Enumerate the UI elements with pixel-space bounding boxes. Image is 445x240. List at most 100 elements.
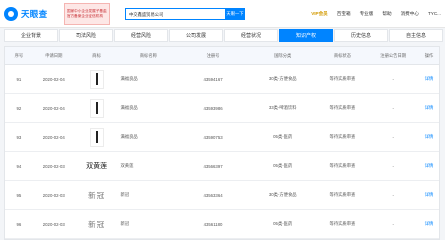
col-header-no: 序号: [14, 52, 24, 58]
row-reg: 43594167: [203, 76, 223, 82]
search-input[interactable]: 中交鑫盛贸易公司: [125, 7, 225, 20]
col-header-pub: 注册公告日期: [380, 52, 407, 58]
tab-history[interactable]: 历史信息: [334, 29, 388, 42]
col-header-status[interactable]: 商标状态: [318, 47, 368, 64]
row-reg: 43593986: [203, 105, 223, 111]
col-header-reg: 注册号: [206, 52, 220, 58]
logo-text: 天眼查: [21, 8, 48, 19]
trademark-text-logo: 新冠: [88, 190, 106, 200]
row-no: 95: [16, 192, 22, 198]
table-row: 92 2020-02-04 满福良品 43593986 33类-啤酒饮料 等待实…: [5, 94, 439, 123]
row-status: 等待实质审查: [329, 221, 356, 226]
table-row: 91 2020-02-04 满福良品 43594167 30类-方便食品 等待实…: [5, 65, 439, 94]
trademark-image[interactable]: [75, 65, 119, 93]
nav-enterprise[interactable]: 百宝箱: [337, 11, 351, 17]
row-status: 等待实质审查: [329, 76, 356, 81]
row-status: 等待实质审查: [329, 105, 356, 110]
row-pub: -: [392, 76, 394, 82]
logo-eye-icon: [4, 6, 18, 21]
row-class: 05类-医药: [273, 221, 293, 226]
page: 天眼查 国家中小企业发展子基金旗下 官方备案企业征信机构 中交鑫盛贸易公司 天眼…: [0, 0, 445, 240]
col-header-name: 商标名称: [139, 52, 157, 58]
logo[interactable]: 天眼查: [4, 6, 56, 21]
row-status: 等待实质审查: [329, 134, 356, 139]
col-header-class[interactable]: 国际分类: [248, 47, 318, 64]
trademark-image[interactable]: 新冠: [75, 210, 119, 238]
trademark-image[interactable]: 新冠: [75, 181, 119, 209]
row-class: 05类-医药: [273, 163, 293, 168]
search-button[interactable]: 天眼一下: [225, 7, 245, 20]
certification-banner[interactable]: 国家中小企业发展子基金旗下 官方备案企业征信机构: [64, 2, 110, 25]
row-pub: -: [392, 221, 394, 227]
trademark-bar-logo: [89, 127, 104, 147]
trademark-text-logo: 新冠: [88, 219, 106, 229]
tab-intellectual-property[interactable]: 知识产权: [279, 29, 333, 42]
row-date: 2020-02-03: [42, 192, 65, 198]
row-status: 等待实质审查: [329, 192, 356, 197]
detail-link[interactable]: 详情: [419, 210, 439, 238]
row-pub: -: [392, 105, 394, 111]
trademark-image[interactable]: [75, 94, 119, 122]
row-no: 96: [16, 221, 22, 227]
table-row: 93 2020-02-04 满福良品 43590753 05类-医药 等待实质审…: [5, 123, 439, 152]
detail-link[interactable]: 详情: [419, 94, 439, 122]
nav-user[interactable]: TYC...: [428, 11, 441, 16]
table-row: 96 2020-02-03 新冠 新冠 43561180 05类-医药 等待实质…: [5, 210, 439, 239]
row-date: 2020-02-04: [42, 105, 65, 111]
trademark-calligraphy-logo: 双黄莲: [86, 162, 108, 170]
row-name: 满福良品: [120, 76, 138, 81]
row-name: 双黄莲: [120, 163, 134, 168]
row-reg: 43590753: [203, 134, 223, 140]
col-header-logo: 商标: [92, 52, 101, 58]
col-header-date[interactable]: 申请日期: [33, 47, 75, 64]
nav-vip[interactable]: VIP会员: [311, 11, 328, 17]
nav-contact[interactable]: 消费中心: [401, 11, 419, 17]
detail-link[interactable]: 详情: [419, 181, 439, 209]
row-reg: 43561180: [203, 221, 223, 227]
row-class: 30类-方便食品: [268, 76, 297, 81]
table-row: 94 2020-02-03 双黄莲 双黄莲 43566397 05类-医药 等待…: [5, 152, 439, 181]
row-date: 2020-02-04: [42, 134, 65, 140]
row-class: 33类-啤酒饮料: [268, 105, 297, 110]
table-header: 序号 申请日期 商标 商标名称 注册号 国际分类 商标状态 注册公告日期 操作: [5, 47, 439, 65]
top-bar: 天眼查 国家中小企业发展子基金旗下 官方备案企业征信机构 中交鑫盛贸易公司 天眼…: [0, 0, 445, 28]
nav-help[interactable]: 帮助: [382, 11, 391, 17]
nav-pro[interactable]: 专业版: [360, 11, 374, 17]
trademark-image[interactable]: 双黄莲: [75, 152, 119, 180]
tab-development[interactable]: 公司发展: [169, 29, 223, 42]
row-date: 2020-02-04: [42, 76, 65, 82]
top-nav: VIP会员 百宝箱 专业版 帮助 消费中心 TYC...: [302, 11, 441, 17]
row-no: 91: [16, 76, 22, 82]
row-no: 93: [16, 134, 22, 140]
banner-line-2: 官方备案企业征信机构: [67, 13, 103, 18]
table-row: 95 2020-02-03 新冠 新冠 43563364 30类-方便食品 等待…: [5, 181, 439, 210]
trademark-bar-logo: [89, 69, 104, 89]
tab-legal-risk[interactable]: 司法风险: [59, 29, 113, 42]
row-name: 新冠: [120, 192, 130, 197]
row-no: 94: [16, 163, 22, 169]
row-pub: -: [392, 192, 394, 198]
row-no: 92: [16, 105, 22, 111]
row-class: 05类-医药: [273, 134, 293, 139]
tab-background[interactable]: 企业背景: [4, 29, 58, 42]
row-pub: -: [392, 163, 394, 169]
row-class: 30类-方便食品: [268, 192, 297, 197]
detail-link[interactable]: 详情: [419, 65, 439, 93]
col-header-action: 操作: [424, 52, 434, 58]
trademark-table: 序号 申请日期 商标 商标名称 注册号 国际分类 商标状态 注册公告日期 操作 …: [4, 46, 440, 240]
row-name: 满福良品: [120, 134, 138, 139]
row-pub: -: [392, 134, 394, 140]
trademark-bar-logo: [89, 98, 104, 118]
tab-operating-risk[interactable]: 经营风险: [114, 29, 168, 42]
trademark-image[interactable]: [75, 123, 119, 151]
row-name: 新冠: [120, 221, 130, 226]
row-name: 满福良品: [120, 105, 138, 110]
detail-link[interactable]: 详情: [419, 123, 439, 151]
row-reg: 43566397: [203, 163, 223, 169]
tab-self-info[interactable]: 自主信息: [389, 29, 443, 42]
detail-link[interactable]: 详情: [419, 152, 439, 180]
row-status: 等待实质审查: [329, 163, 356, 168]
tab-operations[interactable]: 经营状况: [224, 29, 278, 42]
row-date: 2020-02-03: [42, 221, 65, 227]
row-date: 2020-02-03: [42, 163, 65, 169]
